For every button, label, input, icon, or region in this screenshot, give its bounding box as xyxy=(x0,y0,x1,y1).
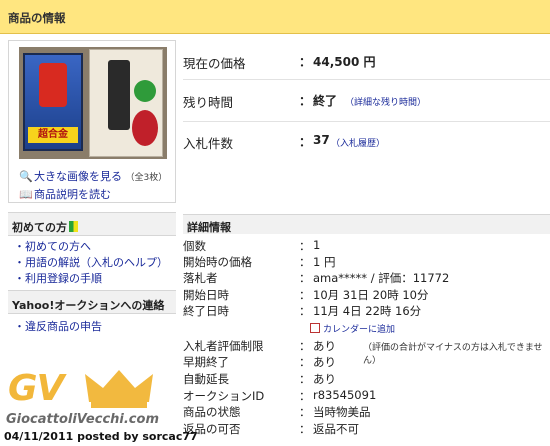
detail-row: オークションID： r83545091 xyxy=(183,388,377,403)
toy-box: 超合金 xyxy=(23,53,83,151)
time-value: 終了 xyxy=(313,94,338,108)
read-description-link[interactable]: 📖商品説明を読む xyxy=(19,186,111,202)
bid-history-link[interactable]: （入札履歴） xyxy=(331,136,385,149)
detail-row: 個数： 1 xyxy=(183,238,321,253)
sidebar-link-registration[interactable]: ・利用登録の手順 xyxy=(14,270,102,286)
detail-row: 返品の可否：返品不可 xyxy=(183,422,359,436)
bids-label: 入札件数 xyxy=(183,136,234,151)
detail-row: 開始時の価格： 1 円 xyxy=(183,255,336,269)
page-title: 商品の情報 xyxy=(8,11,66,25)
item-photo[interactable]: 超合金 xyxy=(19,47,167,159)
summary-price-row: 現在の価格 ： 44,500 円 xyxy=(183,40,550,80)
details-heading: 詳細情報 xyxy=(183,214,550,234)
detail-row: 自動延長：あり xyxy=(183,372,336,386)
sidebar-beginner-heading: 初めての方 xyxy=(8,212,176,236)
image-panel: 超合金 🔍大きな画像を見る （全3枚） 📖商品説明を読む xyxy=(8,40,176,203)
summary-bids-row: 入札件数 ： 37 （入札履歴） xyxy=(183,133,386,151)
toy-tray xyxy=(89,49,163,157)
summary-time-row: 残り時間 ： 終了 （詳細な残り時間） xyxy=(183,80,550,122)
view-large-image-link[interactable]: 🔍大きな画像を見る （全3枚） xyxy=(19,168,167,184)
detail-row: 終了日時： 11月 4日 22時 16分 xyxy=(183,304,422,318)
crown-icon xyxy=(85,370,153,408)
price-label: 現在の価格 xyxy=(183,56,246,71)
tray-figure xyxy=(108,60,130,130)
box-label: 超合金 xyxy=(28,127,78,143)
detail-row: 早期終了：あり xyxy=(183,355,336,369)
watermark-posted: 04/11/2011 posted by sorcac77 xyxy=(4,430,198,443)
section-header: 商品の情報 xyxy=(0,0,550,34)
price-value: 44,500 円 xyxy=(313,55,376,69)
bids-value: 37 xyxy=(313,133,330,147)
sidebar-link-beginner[interactable]: ・初めての方へ xyxy=(14,238,91,254)
box-robot xyxy=(39,63,67,107)
detail-row: 落札者： ama***** / 評価：11772 xyxy=(183,271,450,285)
book-icon: 📖 xyxy=(19,188,33,201)
sidebar-contact-heading: Yahoo!オークションへの連絡 xyxy=(8,290,176,314)
time-detail-link[interactable]: （詳細な残り時間） xyxy=(345,95,426,108)
sidebar-link-report[interactable]: ・違反商品の申告 xyxy=(14,318,102,334)
watermark-logo: GV xyxy=(8,368,64,409)
tray-part xyxy=(132,110,158,146)
detail-row: 入札者評価制限：あり （評価の合計がマイナスの方は入札できません） xyxy=(183,339,543,366)
magnifier-icon: 🔍 xyxy=(19,170,33,183)
tray-part xyxy=(134,80,156,102)
add-to-calendar-link[interactable]: カレンダーに追加 xyxy=(310,322,395,335)
beginner-mark-icon xyxy=(69,221,78,232)
calendar-icon xyxy=(310,323,320,333)
watermark-site: GiocattoliVecchi.com xyxy=(6,412,159,427)
detail-row: 開始日時： 10月 31日 20時 10分 xyxy=(183,288,429,302)
time-label: 残り時間 xyxy=(183,95,234,110)
sidebar-link-glossary[interactable]: ・用語の解説（入札のヘルプ） xyxy=(14,254,168,270)
detail-row: 商品の状態：当時物美品 xyxy=(183,405,371,419)
